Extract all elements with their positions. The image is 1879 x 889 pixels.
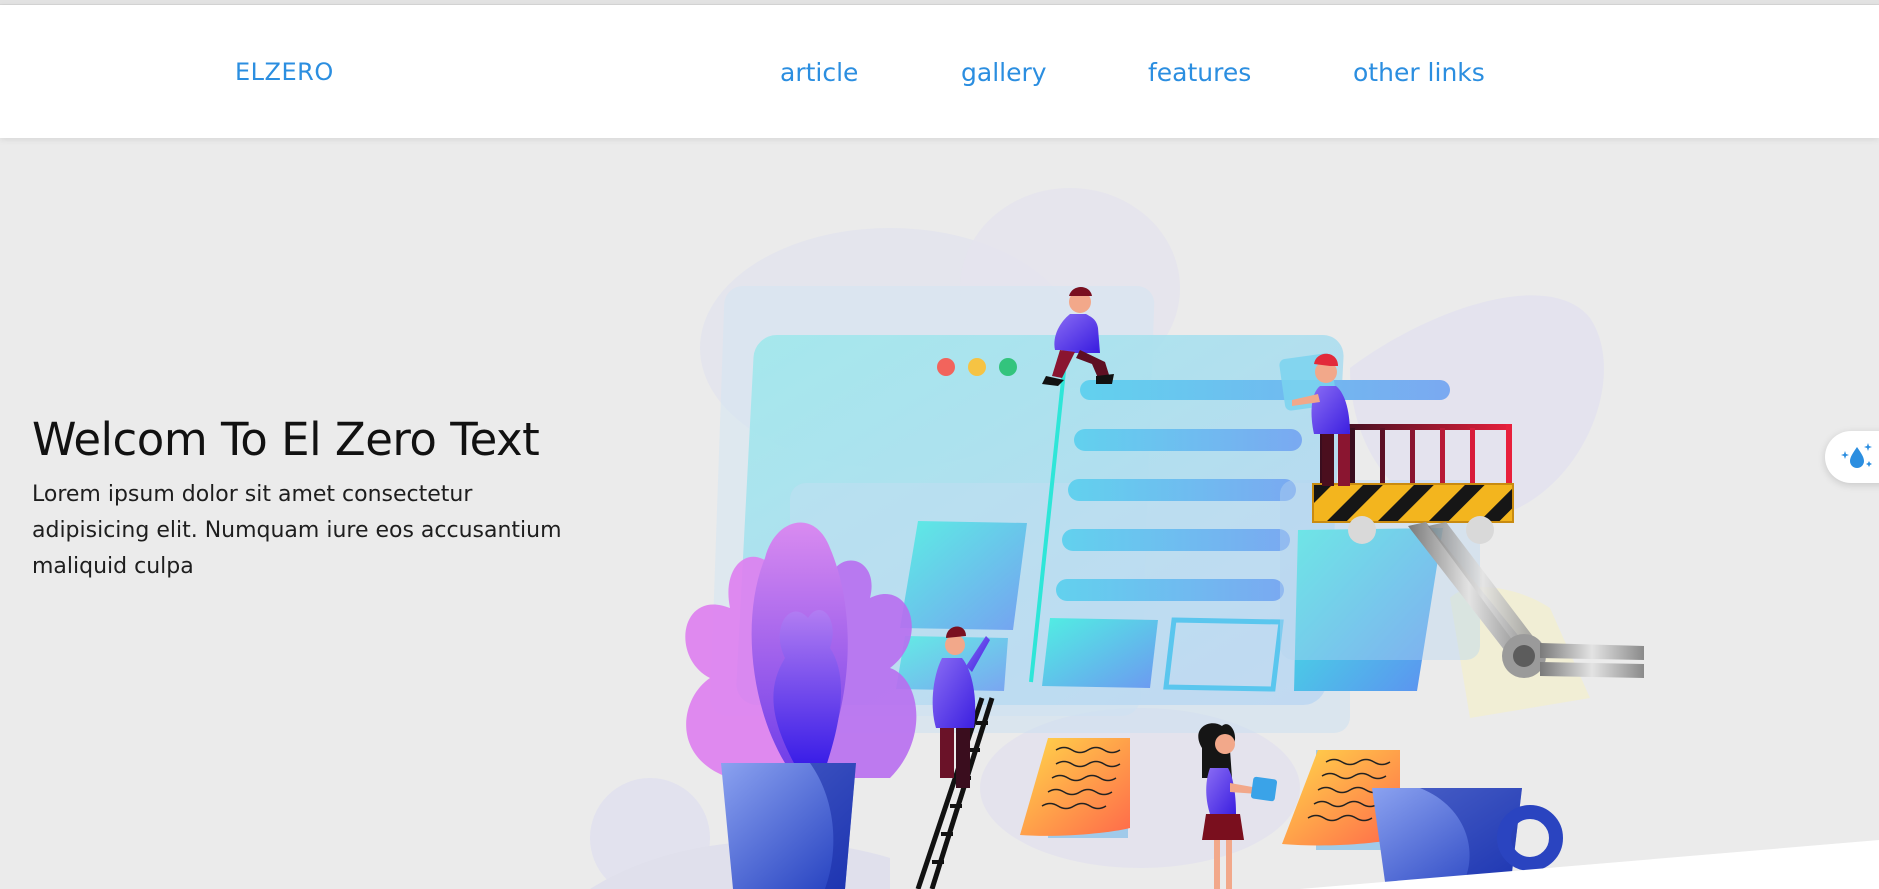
side-widget-button[interactable]	[1825, 431, 1879, 483]
site-header: ELZERO article gallery features other li…	[0, 5, 1879, 138]
nav-link-article[interactable]: article	[780, 58, 858, 87]
nav-link-features[interactable]: features	[1148, 58, 1251, 87]
water-drop-sparkle-icon	[1841, 443, 1872, 468]
bottom-wave-shape	[1300, 840, 1879, 889]
hero-illustration	[590, 188, 1644, 889]
hero-text: Welcom To El Zero Text Lorem ipsum dolor…	[32, 415, 592, 585]
hero-title: Welcom To El Zero Text	[32, 413, 540, 466]
hero-section: Welcom To El Zero Text Lorem ipsum dolor…	[0, 138, 1879, 889]
hero-description: Lorem ipsum dolor sit amet consectetur a…	[32, 481, 562, 579]
main-nav: article gallery features other links	[0, 58, 1879, 98]
nav-link-other-links[interactable]: other links	[1353, 58, 1485, 87]
nav-link-gallery[interactable]: gallery	[961, 58, 1047, 87]
